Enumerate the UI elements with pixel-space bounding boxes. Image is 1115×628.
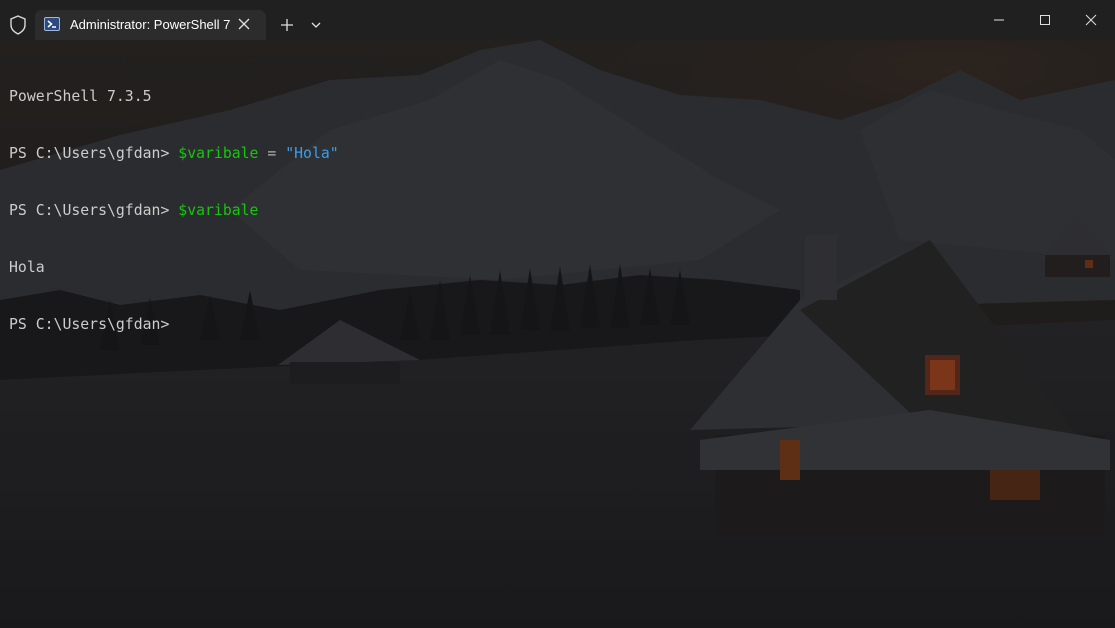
close-window-icon <box>1085 14 1097 26</box>
maximize-icon <box>1040 15 1050 25</box>
output-text: Hola <box>9 259 45 276</box>
terminal-output: PowerShell 7.3.5 PS C:\Users\gfdan> $var… <box>9 49 339 372</box>
command-line-3[interactable]: PS C:\Users\gfdan> <box>9 315 339 334</box>
tab-title: Administrator: PowerShell 7 <box>70 17 231 32</box>
prompt-text: PS C:\Users\gfdan> <box>9 316 170 333</box>
maximize-button[interactable] <box>1022 0 1068 40</box>
powershell-icon <box>44 17 60 31</box>
new-tab-button[interactable] <box>276 14 298 36</box>
terminal-window: Administrator: PowerShell 7 PowerShell 7… <box>0 0 1115 628</box>
output-line: Hola <box>9 258 339 277</box>
prompt-text: PS C:\Users\gfdan> <box>9 202 170 219</box>
shield-icon <box>9 15 27 35</box>
chevron-down-icon <box>311 22 321 28</box>
minimize-icon <box>994 19 1004 21</box>
terminal-pane[interactable]: PowerShell 7.3.5 PS C:\Users\gfdan> $var… <box>0 40 1115 628</box>
title-bar[interactable]: Administrator: PowerShell 7 <box>0 0 1115 40</box>
close-icon[interactable] <box>237 17 251 31</box>
banner-text: PowerShell 7.3.5 <box>9 88 152 105</box>
minimize-button[interactable] <box>976 0 1022 40</box>
tab-dropdown-button[interactable] <box>305 14 327 36</box>
command-line-2: PS C:\Users\gfdan> $varibale <box>9 201 339 220</box>
tab-powershell[interactable]: Administrator: PowerShell 7 <box>35 10 266 40</box>
command-line-1: PS C:\Users\gfdan> $varibale = "Hola" <box>9 144 339 163</box>
variable-token: $varibale <box>178 202 259 219</box>
close-window-button[interactable] <box>1068 0 1114 40</box>
prompt-text: PS C:\Users\gfdan> <box>9 145 170 162</box>
plus-icon <box>281 19 293 31</box>
string-token: "Hola" <box>285 145 339 162</box>
operator-token: = <box>267 145 277 162</box>
banner-line: PowerShell 7.3.5 <box>9 87 339 106</box>
variable-token: $varibale <box>178 145 259 162</box>
